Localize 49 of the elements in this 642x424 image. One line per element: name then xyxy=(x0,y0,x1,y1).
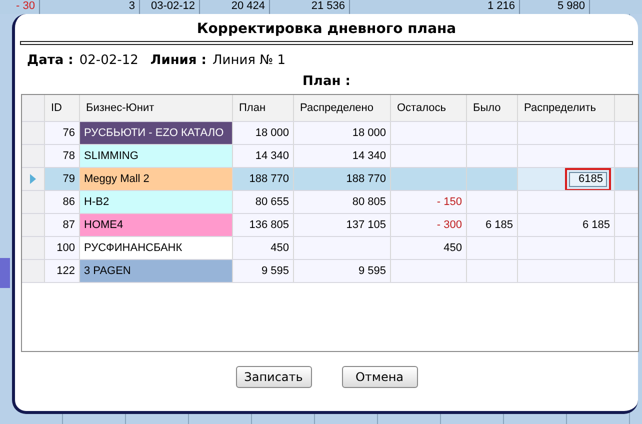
table-cell: 18 000 xyxy=(294,122,391,144)
dialog-title: Корректировка дневного плана xyxy=(196,20,458,39)
table-row[interactable]: 78 SLIMMING 14 340 14 340 xyxy=(22,145,638,168)
column-header[interactable]: Осталось xyxy=(391,95,467,121)
table-row[interactable]: 76 РУСБЬЮТИ - EZO КАТАЛО 18 000 18 000 xyxy=(22,122,638,145)
table-cell: Meggy Mall 2 xyxy=(80,168,233,190)
date-value: 02-02-12 xyxy=(79,53,138,68)
table-cell: 9 595 xyxy=(233,260,294,282)
column-header[interactable]: ID xyxy=(45,95,80,121)
table-cell: 14 340 xyxy=(233,145,294,167)
table-cell: 450 xyxy=(391,237,467,259)
table-cell: 136 805 xyxy=(233,214,294,236)
dialog-button[interactable]: Отмена xyxy=(342,366,418,388)
table-cell: 80 655 xyxy=(233,191,294,213)
table-row[interactable]: 122 3 PAGEN 9 595 9 595 xyxy=(22,260,638,283)
column-header[interactable]: Бизнес-Юнит xyxy=(80,95,233,121)
table-cell: 3 PAGEN xyxy=(80,260,233,282)
column-header[interactable]: Распределено xyxy=(294,95,391,121)
table-cell: 188 770 xyxy=(233,168,294,190)
table-cell: 6 185 xyxy=(467,214,518,236)
table-cell: 137 105 xyxy=(294,214,391,236)
table-cell: - 300 xyxy=(391,214,467,236)
dialog-button[interactable]: Записать xyxy=(236,366,312,388)
date-label: Дата : xyxy=(27,53,74,68)
table-cell: 80 805 xyxy=(294,191,391,213)
plan-label: План : xyxy=(302,74,350,89)
table-row[interactable]: 87 HOME4 136 805 137 105 - 300 6 185 6 185 xyxy=(22,214,638,237)
line-label: Линия : xyxy=(150,53,206,68)
column-header[interactable]: Распределить xyxy=(518,95,615,121)
table-cell: 18 000 xyxy=(233,122,294,144)
table-cell: H-B2 xyxy=(80,191,233,213)
table-cell: - 150 xyxy=(391,191,467,213)
table-cell: 450 xyxy=(233,237,294,259)
input-field[interactable]: 6185 xyxy=(569,172,607,186)
table-row[interactable]: 86 H-B2 80 655 80 805 - 150 xyxy=(22,191,638,214)
column-header[interactable]: Было xyxy=(467,95,518,121)
line-value: Линия № 1 xyxy=(212,53,286,68)
table-cell: РУСБЬЮТИ - EZO КАТАЛО xyxy=(80,122,233,144)
table-cell: HOME4 xyxy=(80,214,233,236)
table-cell: 9 595 xyxy=(294,260,391,282)
table-row[interactable]: 79 Meggy Mall 2 188 770 188 770 6185 xyxy=(22,168,638,191)
row-pointer-icon xyxy=(30,174,36,184)
table-cell: 6 185 xyxy=(518,214,615,236)
column-header[interactable]: План xyxy=(233,95,294,121)
table-cell: 14 340 xyxy=(294,145,391,167)
table-cell: 188 770 xyxy=(294,168,391,190)
table-cell: РУСФИНАНСБАНК xyxy=(80,237,233,259)
table-row[interactable]: 100 РУСФИНАНСБАНК 450 450 xyxy=(22,237,638,260)
table-cell: SLIMMING xyxy=(80,145,233,167)
